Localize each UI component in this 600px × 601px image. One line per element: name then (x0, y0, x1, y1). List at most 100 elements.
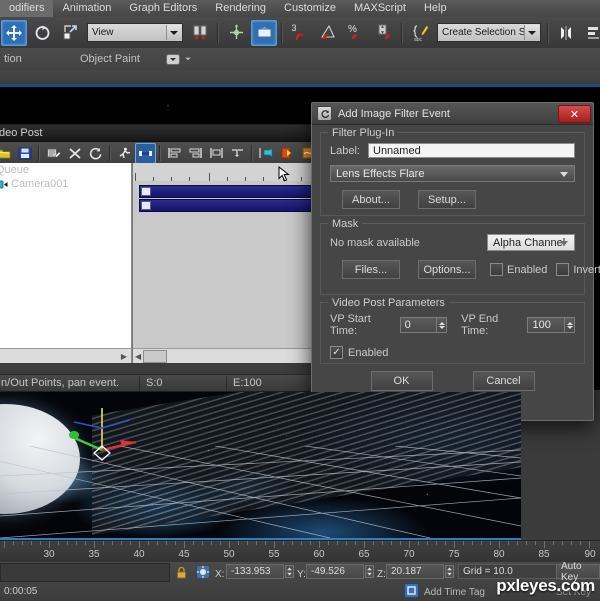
mask-inverted-label: Invertec (573, 263, 600, 276)
menu-item-help[interactable]: Help (415, 0, 456, 17)
select-and-place-icon[interactable] (223, 20, 249, 46)
chevron-down-icon[interactable] (524, 25, 539, 40)
snaps-toggle-icon[interactable] (251, 19, 277, 46)
menu-item-rendering[interactable]: Rendering (206, 0, 275, 17)
ok-button[interactable]: OK (370, 371, 433, 391)
mask-group-title: Mask (328, 218, 363, 230)
mask-inverted-checkbox[interactable]: Invertec (556, 263, 600, 276)
video-post-queue[interactable]: Queue Camera001 ▶ (0, 163, 132, 363)
ribbon-object-paint-label[interactable]: Object Paint (80, 53, 140, 65)
align-icon[interactable] (581, 20, 600, 46)
angle-snap-toggle-icon[interactable]: 3 (287, 20, 313, 46)
align-selected-right-icon[interactable] (185, 143, 206, 164)
filter-plugin-combo[interactable]: Lens Effects Flare (330, 165, 575, 182)
menu-item-graph-editors[interactable]: Graph Editors (120, 0, 206, 17)
vp-start-time-value[interactable]: 0 (399, 317, 437, 333)
named-selection-set-combo[interactable]: Create Selection Se (437, 23, 541, 42)
scroll-left-arrow-icon[interactable]: ◀ (135, 352, 141, 361)
edit-range-bar-icon[interactable] (135, 142, 156, 164)
select-and-rotate-icon[interactable] (29, 20, 55, 46)
vp-end-time-spinner[interactable]: 100 (527, 317, 575, 333)
queue-root[interactable]: Queue (0, 163, 131, 177)
queue-item-camera001[interactable]: Camera001 (0, 177, 131, 191)
track-hscrollbar[interactable]: ◀ (133, 348, 313, 363)
about-button[interactable]: About... (342, 190, 400, 209)
menu-item-animation[interactable]: Animation (53, 0, 120, 17)
add-image-filter-event-dialog[interactable]: Add Image Filter Event ✕ Filter Plug-In … (311, 102, 600, 421)
make-selected-same-size-icon[interactable] (206, 143, 227, 164)
add-image-input-event-icon[interactable] (277, 143, 298, 164)
label-input[interactable]: Unnamed (368, 143, 575, 158)
coord-z-field[interactable]: 20.187 (386, 564, 444, 579)
time-label-80: 80 (493, 549, 505, 560)
vp-start-time-spinner[interactable]: 0 (399, 317, 448, 333)
delete-current-event-icon[interactable] (64, 143, 85, 164)
scroll-right-arrow-icon[interactable]: ▶ (121, 352, 127, 361)
execute-sequence-icon[interactable] (114, 143, 135, 164)
coord-y-field[interactable]: -49.526 (306, 564, 364, 579)
add-time-tag-label[interactable]: Add Time Tag (424, 587, 485, 598)
checkbox-box[interactable]: ✓ (330, 346, 343, 359)
vp-end-time-value[interactable]: 100 (527, 317, 564, 333)
mirror-icon[interactable] (553, 20, 579, 46)
vp-enabled-checkbox[interactable]: ✓ Enabled (330, 346, 575, 359)
time-slider-ruler[interactable]: 30 35 40 45 50 55 60 65 70 75 80 85 90 (0, 540, 600, 564)
coord-y-spinner-icon[interactable] (365, 565, 374, 581)
checkbox-box[interactable] (490, 263, 503, 276)
lock-icon[interactable] (176, 566, 187, 582)
spinner-arrows-icon[interactable] (436, 317, 448, 333)
cancel-button[interactable]: Cancel (472, 371, 535, 391)
swap-events-icon[interactable] (85, 143, 106, 164)
angle-snap-icon[interactable] (315, 20, 341, 46)
queue-hscrollbar[interactable]: ▶ (0, 348, 131, 363)
open-sequence-icon[interactable] (0, 143, 14, 164)
video-post-parameters-group-title: Video Post Parameters (328, 297, 449, 309)
setup-button[interactable]: Setup... (418, 190, 476, 209)
edit-current-event-icon[interactable] (43, 143, 64, 164)
files-button[interactable]: Files... (342, 260, 400, 279)
close-icon[interactable]: ✕ (558, 105, 591, 123)
video-post-rows[interactable] (133, 181, 313, 363)
perspective-viewport[interactable] (0, 392, 521, 540)
menu-item-maxscript[interactable]: MAXScript (345, 0, 415, 17)
scroll-thumb[interactable] (143, 349, 168, 363)
mask-group: Mask No mask available Alpha Channel Fil… (320, 218, 600, 295)
dialog-titlebar[interactable]: Add Image Filter Event ✕ (312, 103, 593, 125)
align-selected-left-icon[interactable] (164, 143, 185, 164)
selection-lock-icon[interactable] (196, 565, 210, 582)
checkbox-box[interactable] (556, 263, 570, 276)
time-tag-icon[interactable] (404, 583, 419, 601)
save-sequence-icon[interactable] (14, 143, 35, 164)
range-bar-camera001[interactable] (139, 199, 313, 212)
coord-z-spinner-icon[interactable] (445, 565, 454, 581)
select-and-move-icon[interactable] (1, 19, 27, 46)
video-post-track-area[interactable]: ◀ (132, 163, 313, 363)
object-paint-dropdown[interactable] (165, 53, 192, 65)
options-button[interactable]: Options... (418, 260, 476, 279)
transform-gizmo[interactable] (62, 406, 142, 472)
edit-named-selection-sets-icon[interactable]: abc (407, 20, 433, 46)
menu-item-customize[interactable]: Customize (275, 0, 345, 17)
queue-root-label: Queue (0, 164, 30, 176)
coord-x-spinner-icon[interactable] (285, 565, 294, 581)
vp-toolbar-separator (109, 145, 111, 161)
chevron-down-icon[interactable] (166, 25, 181, 40)
reference-coord-system-combo[interactable]: View (87, 23, 183, 42)
mask-enabled-checkbox[interactable]: Enabled (490, 263, 547, 276)
prompt-field[interactable] (0, 563, 170, 582)
select-and-scale-icon[interactable] (57, 20, 83, 46)
spinner-arrows-icon[interactable] (564, 317, 575, 333)
coord-x-field[interactable]: -133.953 (226, 564, 284, 579)
video-post-window[interactable]: deo Post ueue Camera001 ▶ ◀ In/Out Point… (0, 124, 336, 392)
ribbon-tab-selection[interactable]: tion (4, 53, 68, 65)
use-pivot-point-center-icon[interactable] (187, 20, 213, 46)
spinner-snap-toggle-icon[interactable] (371, 20, 397, 46)
percent-snap-toggle-icon[interactable]: % (343, 20, 369, 46)
ribbon-strip (0, 70, 600, 85)
time-label-50: 50 (223, 549, 235, 560)
mask-channel-combo[interactable]: Alpha Channel (487, 234, 575, 251)
add-scene-event-icon[interactable] (256, 143, 277, 164)
abut-selected-icon[interactable] (227, 143, 248, 164)
range-bar-queue[interactable] (139, 185, 313, 198)
menu-item-modifiers[interactable]: odifiers (0, 0, 54, 17)
